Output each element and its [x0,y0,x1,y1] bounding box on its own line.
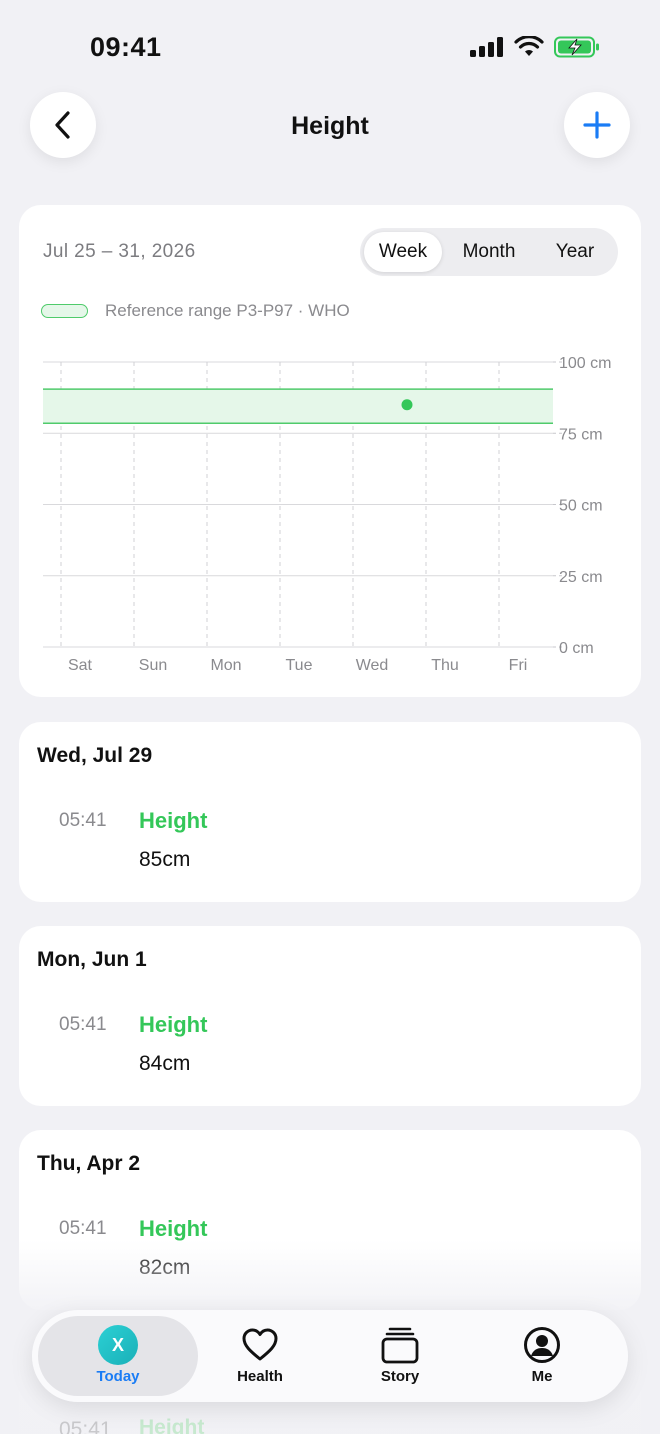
plus-icon [583,111,611,139]
data-point [401,399,413,411]
tab-bar: X Today Health Story Me [32,1310,628,1402]
tab-label: Me [531,1368,553,1385]
heart-icon [242,1328,278,1361]
cellular-signal-icon [470,37,503,57]
status-icons [470,36,600,58]
reference-band [43,389,553,424]
battery-charging-icon [554,36,599,58]
tab-today-icon-wrap: X [98,1325,138,1365]
y-tick-label: 0 cm [559,640,594,657]
status-time: 09:41 [90,32,162,62]
x-tick-label: Mon [210,657,241,674]
tab-me-icon-wrap [523,1326,561,1364]
ghost-entry-label: Height [139,1416,205,1434]
entry-date: Thu, Apr 2 [37,1152,141,1175]
height-chart: 100 cm 75 cm 50 cm 25 cm 0 cm Sat Sun Mon Tue Wed… [43,355,611,674]
add-button[interactable] [564,92,630,158]
stack-icon [381,1327,419,1364]
y-tick-label: 50 cm [559,498,603,515]
y-tick-label: 100 cm [559,355,611,372]
entry-time: 05:41 [59,1218,107,1239]
entry-card[interactable]: Mon, Jun 1 05:41 Height 84cm [19,926,641,1106]
entry-value: 85cm [139,848,191,871]
tab-health-icon-wrap [242,1326,278,1364]
ghost-entry-time: 05:41 [59,1418,112,1434]
x-badge-icon: X [98,1325,138,1365]
nav-bar: Height [0,92,660,162]
tab-me[interactable]: Me [472,1310,612,1402]
page-title: Height [291,112,369,140]
wifi-icon [514,36,544,56]
person-circle-icon [524,1327,560,1363]
entry-card[interactable]: Wed, Jul 29 05:41 Height 85cm [19,722,641,902]
tab-today[interactable]: X Today [48,1310,188,1402]
entry-date: Mon, Jun 1 [37,948,147,971]
entry-value: 84cm [139,1052,191,1075]
x-tick-label: Sun [139,657,167,674]
entry-date: Wed, Jul 29 [37,744,153,767]
entry-label: Height [139,1216,208,1241]
tab-label: Health [237,1368,283,1385]
tab-story[interactable]: Story [330,1310,470,1402]
tab-label: Story [380,1368,420,1385]
x-tick-label: Thu [431,657,459,674]
x-tick-label: Sat [68,657,93,674]
chart-card: Jul 25 – 31, 2026 Week Month Year Refere… [19,205,641,697]
x-tick-label: Tue [286,657,313,674]
x-tick-label: Fri [509,657,528,674]
tab-label: Today [96,1368,140,1385]
entry-time: 05:41 [59,810,107,831]
entry-label: Height [139,1012,208,1037]
entry-time: 05:41 [59,1014,107,1035]
x-tick-label: Wed [356,657,389,674]
tab-story-icon-wrap [381,1326,419,1364]
entry-label: Height [139,808,208,833]
y-tick-label: 25 cm [559,569,603,586]
tab-health[interactable]: Health [190,1310,330,1402]
status-bar: 09:41 [0,0,660,90]
y-tick-label: 75 cm [559,426,603,443]
